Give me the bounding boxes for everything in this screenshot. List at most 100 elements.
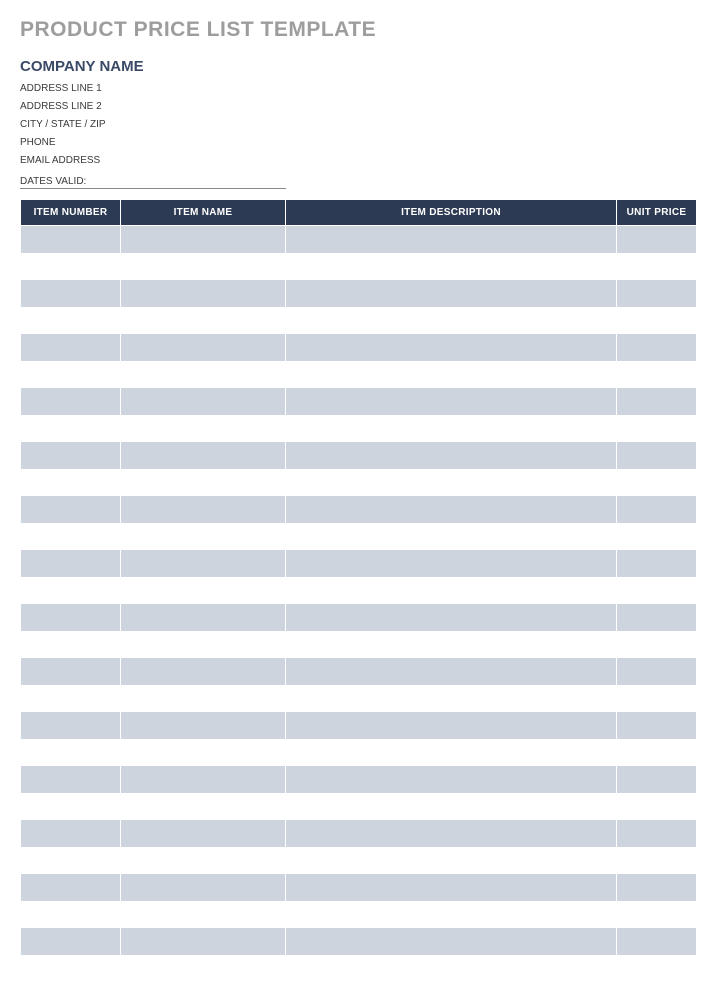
cell-item-name[interactable] (121, 253, 286, 280)
cell-item-name[interactable] (121, 226, 286, 253)
cell-item-name[interactable] (121, 604, 286, 631)
cell-item-name[interactable] (121, 874, 286, 901)
cell-unit-price[interactable] (617, 361, 697, 388)
cell-item-number[interactable] (21, 955, 121, 982)
cell-item-description[interactable] (286, 766, 617, 793)
cell-item-number[interactable] (21, 307, 121, 334)
cell-unit-price[interactable] (617, 334, 697, 361)
cell-unit-price[interactable] (617, 712, 697, 739)
cell-unit-price[interactable] (617, 415, 697, 442)
cell-item-number[interactable] (21, 253, 121, 280)
cell-item-number[interactable] (21, 874, 121, 901)
cell-item-name[interactable] (121, 415, 286, 442)
cell-unit-price[interactable] (617, 631, 697, 658)
cell-item-number[interactable] (21, 820, 121, 847)
cell-item-number[interactable] (21, 928, 121, 955)
cell-item-description[interactable] (286, 496, 617, 523)
cell-item-name[interactable] (121, 307, 286, 334)
cell-item-name[interactable] (121, 712, 286, 739)
cell-item-description[interactable] (286, 307, 617, 334)
cell-item-description[interactable] (286, 334, 617, 361)
cell-unit-price[interactable] (617, 442, 697, 469)
cell-item-name[interactable] (121, 469, 286, 496)
cell-item-name[interactable] (121, 739, 286, 766)
cell-item-number[interactable] (21, 739, 121, 766)
cell-item-number[interactable] (21, 577, 121, 604)
cell-item-number[interactable] (21, 847, 121, 874)
cell-item-name[interactable] (121, 388, 286, 415)
cell-item-number[interactable] (21, 712, 121, 739)
cell-item-name[interactable] (121, 658, 286, 685)
cell-item-number[interactable] (21, 631, 121, 658)
cell-item-description[interactable] (286, 685, 617, 712)
cell-item-description[interactable] (286, 739, 617, 766)
cell-item-name[interactable] (121, 928, 286, 955)
cell-item-name[interactable] (121, 793, 286, 820)
cell-item-description[interactable] (286, 523, 617, 550)
cell-unit-price[interactable] (617, 955, 697, 982)
cell-item-name[interactable] (121, 577, 286, 604)
cell-item-name[interactable] (121, 766, 286, 793)
cell-item-description[interactable] (286, 253, 617, 280)
cell-unit-price[interactable] (617, 739, 697, 766)
cell-unit-price[interactable] (617, 307, 697, 334)
cell-item-name[interactable] (121, 685, 286, 712)
cell-item-description[interactable] (286, 874, 617, 901)
cell-item-description[interactable] (286, 415, 617, 442)
cell-item-name[interactable] (121, 820, 286, 847)
cell-unit-price[interactable] (617, 226, 697, 253)
cell-item-description[interactable] (286, 793, 617, 820)
cell-item-number[interactable] (21, 469, 121, 496)
cell-item-description[interactable] (286, 577, 617, 604)
cell-unit-price[interactable] (617, 280, 697, 307)
cell-item-description[interactable] (286, 712, 617, 739)
cell-item-number[interactable] (21, 523, 121, 550)
cell-item-number[interactable] (21, 361, 121, 388)
cell-item-number[interactable] (21, 901, 121, 928)
cell-item-description[interactable] (286, 631, 617, 658)
cell-item-name[interactable] (121, 361, 286, 388)
cell-item-number[interactable] (21, 415, 121, 442)
cell-unit-price[interactable] (617, 685, 697, 712)
cell-item-number[interactable] (21, 685, 121, 712)
cell-unit-price[interactable] (617, 388, 697, 415)
cell-item-name[interactable] (121, 523, 286, 550)
cell-item-number[interactable] (21, 226, 121, 253)
cell-item-description[interactable] (286, 361, 617, 388)
cell-item-name[interactable] (121, 901, 286, 928)
cell-item-description[interactable] (286, 658, 617, 685)
cell-item-number[interactable] (21, 550, 121, 577)
cell-item-number[interactable] (21, 388, 121, 415)
cell-item-number[interactable] (21, 496, 121, 523)
cell-unit-price[interactable] (617, 604, 697, 631)
cell-unit-price[interactable] (617, 820, 697, 847)
cell-item-number[interactable] (21, 334, 121, 361)
cell-unit-price[interactable] (617, 928, 697, 955)
cell-item-number[interactable] (21, 658, 121, 685)
cell-unit-price[interactable] (617, 766, 697, 793)
cell-item-name[interactable] (121, 955, 286, 982)
cell-item-name[interactable] (121, 631, 286, 658)
cell-item-number[interactable] (21, 766, 121, 793)
cell-unit-price[interactable] (617, 847, 697, 874)
cell-unit-price[interactable] (617, 658, 697, 685)
cell-unit-price[interactable] (617, 523, 697, 550)
cell-item-description[interactable] (286, 469, 617, 496)
cell-item-description[interactable] (286, 550, 617, 577)
cell-unit-price[interactable] (617, 901, 697, 928)
cell-item-number[interactable] (21, 442, 121, 469)
cell-item-description[interactable] (286, 928, 617, 955)
cell-item-name[interactable] (121, 334, 286, 361)
cell-unit-price[interactable] (617, 469, 697, 496)
cell-unit-price[interactable] (617, 550, 697, 577)
cell-item-description[interactable] (286, 388, 617, 415)
cell-item-description[interactable] (286, 442, 617, 469)
cell-item-number[interactable] (21, 280, 121, 307)
cell-item-description[interactable] (286, 604, 617, 631)
cell-item-name[interactable] (121, 442, 286, 469)
cell-item-name[interactable] (121, 847, 286, 874)
cell-unit-price[interactable] (617, 874, 697, 901)
cell-unit-price[interactable] (617, 577, 697, 604)
cell-item-name[interactable] (121, 280, 286, 307)
cell-item-description[interactable] (286, 901, 617, 928)
